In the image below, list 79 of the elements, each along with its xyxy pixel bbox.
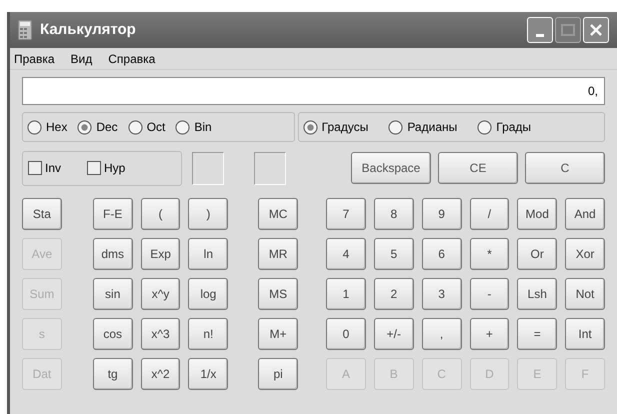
calculator-button[interactable]: 2: [374, 278, 414, 310]
calculator-button[interactable]: Not: [565, 278, 605, 310]
calculator-button[interactable]: tg: [92, 358, 133, 390]
window-title: Калькулятор: [40, 20, 136, 40]
calculator-button[interactable]: 9: [422, 198, 462, 230]
menu-item[interactable]: Правка: [13, 50, 56, 68]
radio-button[interactable]: Грады: [477, 118, 532, 136]
calculator-button[interactable]: 3: [422, 278, 462, 310]
calculator-button[interactable]: =: [517, 318, 558, 350]
calculator-button[interactable]: C: [525, 152, 605, 184]
calculator-button[interactable]: 5: [374, 238, 414, 270]
radio-icon: [175, 120, 190, 134]
calculator-icon: [18, 20, 32, 40]
radio-icon: [388, 120, 404, 134]
calculator-button[interactable]: Mod: [517, 198, 558, 230]
calculator-button[interactable]: x^y: [140, 278, 180, 310]
radio-button[interactable]: Bin: [175, 118, 212, 136]
calculator-button[interactable]: 1/x: [188, 358, 228, 390]
calculator-button[interactable]: x^3: [140, 318, 180, 350]
parenthesis-indicator: [254, 152, 286, 184]
maximize-icon: [561, 24, 575, 36]
calculator-button[interactable]: dms: [92, 238, 133, 270]
calculator-button[interactable]: Exp: [140, 238, 180, 270]
calculator-button[interactable]: n!: [188, 318, 228, 350]
calculator-button[interactable]: sin: [92, 278, 133, 310]
close-icon: [589, 23, 603, 37]
calculator-button[interactable]: Lsh: [517, 278, 558, 310]
calculator-button[interactable]: MR: [258, 238, 298, 270]
calculator-button[interactable]: 4: [326, 238, 366, 270]
radio-button[interactable]: Dec: [77, 118, 118, 136]
calculator-button[interactable]: And: [565, 198, 605, 230]
calculator-button[interactable]: Xor: [565, 238, 605, 270]
calculator-button[interactable]: cos: [92, 318, 133, 350]
radio-button[interactable]: Радианы: [388, 118, 458, 136]
calculator-button[interactable]: +: [470, 318, 510, 350]
calculator-button[interactable]: ): [188, 198, 228, 230]
close-button[interactable]: [583, 17, 609, 43]
menu-item[interactable]: Справка: [107, 50, 156, 68]
calculator-button[interactable]: log: [188, 278, 228, 310]
checkbox-icon: [28, 161, 42, 175]
calculator-button[interactable]: +/-: [374, 318, 414, 350]
radio-icon: [77, 120, 92, 134]
calculator-button[interactable]: Or: [517, 238, 558, 270]
calculator-button[interactable]: 6: [422, 238, 462, 270]
display-value: 0,: [588, 83, 598, 100]
calculator-button[interactable]: /: [470, 198, 510, 230]
calculator-button[interactable]: 7: [326, 198, 366, 230]
checkbox-icon: [87, 161, 102, 175]
calculator-button[interactable]: pi: [258, 358, 298, 390]
checkbox[interactable]: Hyp: [87, 159, 126, 177]
calculator-button[interactable]: ln: [188, 238, 228, 270]
menu-item[interactable]: Вид: [70, 50, 94, 68]
radio-button[interactable]: Oct: [128, 118, 166, 136]
radio-icon: [477, 120, 492, 134]
calculator-button[interactable]: M+: [258, 318, 298, 350]
radio-icon: [302, 120, 318, 134]
calculator-button[interactable]: *: [470, 238, 510, 270]
calculator-button[interactable]: CE: [438, 152, 518, 184]
checkbox[interactable]: Inv: [28, 159, 62, 177]
minimize-icon: [536, 34, 544, 37]
radio-icon: [128, 120, 143, 134]
calculator-button[interactable]: ,: [422, 318, 462, 350]
radio-icon: [27, 120, 42, 134]
minimize-button[interactable]: [527, 17, 553, 43]
calculator-button[interactable]: -: [470, 278, 510, 310]
calculator-button[interactable]: 0: [326, 318, 366, 350]
calculator-button[interactable]: F-E: [92, 198, 133, 230]
calculator-button[interactable]: (: [140, 198, 180, 230]
calculator-button[interactable]: 1: [326, 278, 366, 310]
calculator-button[interactable]: Sta: [22, 198, 62, 230]
calculator-button[interactable]: Backspace: [351, 152, 431, 184]
radio-button[interactable]: Градусы: [302, 118, 368, 136]
radio-button[interactable]: Hex: [27, 118, 68, 136]
calculator-button[interactable]: x^2: [140, 358, 180, 390]
memory-indicator: [192, 152, 224, 184]
calculator-button[interactable]: Int: [565, 318, 605, 350]
calculator-button[interactable]: 8: [374, 198, 414, 230]
calculator-button[interactable]: MS: [258, 278, 298, 310]
calculator-button[interactable]: MC: [258, 198, 298, 230]
